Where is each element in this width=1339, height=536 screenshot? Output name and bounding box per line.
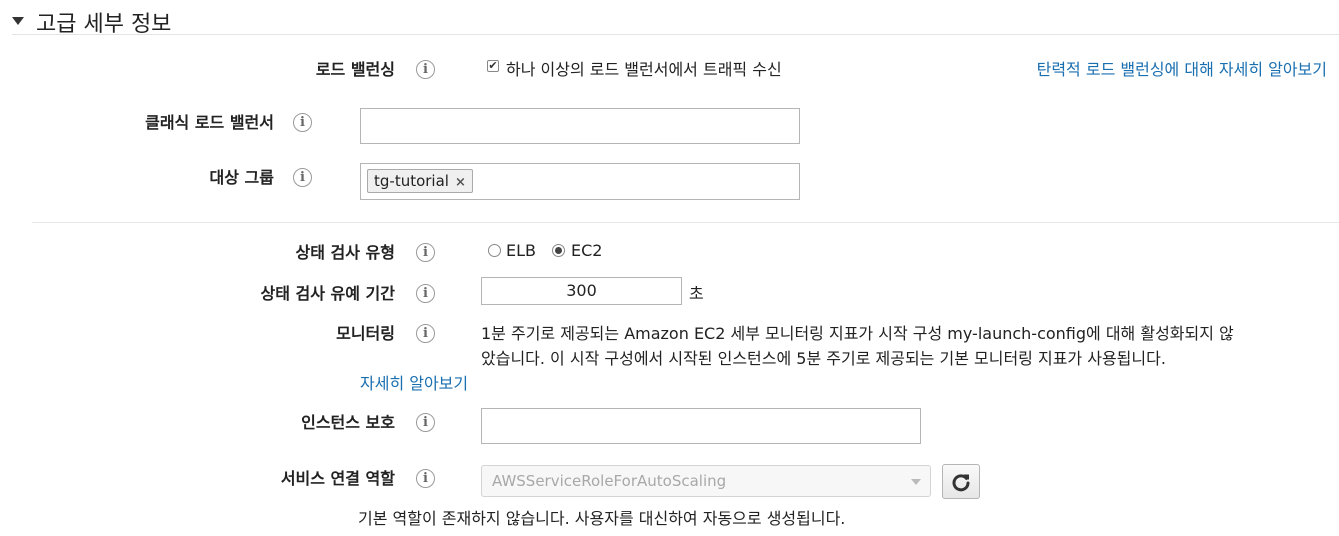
monitoring-label: 모니터링 [336,324,395,343]
refresh-icon [952,474,970,492]
monitoring-text-line1: 1분 주기로 제공되는 Amazon EC2 세부 모니터링 지표가 시작 구성… [481,324,1234,343]
info-icon[interactable]: i [416,413,435,432]
service-role-note: 기본 역할이 존재하지 않습니다. 사용자를 대신하여 자동으로 생성됩니다. [358,509,846,528]
info-icon[interactable]: i [416,60,435,79]
radio-ec2-label: EC2 [571,241,603,260]
grace-period-label: 상태 검사 유예 기간 [260,284,395,303]
section-divider [32,222,1339,223]
target-group-tag-label: tg-tutorial [374,172,449,190]
target-groups-input[interactable]: tg-tutorial × [360,163,800,200]
receive-traffic-checkbox[interactable]: ✔ [487,60,499,72]
refresh-button[interactable] [942,464,980,499]
info-icon[interactable]: i [416,324,435,343]
info-icon[interactable]: i [416,469,435,488]
load-balancing-label: 로드 밸런싱 [315,60,395,79]
radio-ec2[interactable] [552,244,565,257]
service-role-select-value: AWSServiceRoleForAutoScaling [492,472,727,490]
info-icon[interactable]: i [293,168,312,187]
info-icon[interactable]: i [416,284,435,303]
monitoring-learn-more-link[interactable]: 자세히 알아보기 [360,370,468,394]
target-groups-label: 대상 그룹 [209,168,274,187]
radio-elb-label: ELB [506,241,536,260]
health-check-type-label: 상태 검사 유형 [295,243,395,262]
info-icon[interactable]: i [293,113,312,132]
instance-protection-label: 인스턴스 보호 [301,413,395,432]
service-role-select[interactable]: AWSServiceRoleForAutoScaling [481,465,931,497]
service-role-label: 서비스 연결 역할 [280,469,395,488]
grace-period-unit: 초 [689,284,704,303]
target-group-tag: tg-tutorial × [367,169,473,193]
classic-lb-input[interactable] [360,108,800,144]
classic-lb-label: 클래식 로드 밸런서 [145,113,274,132]
receive-traffic-label: 하나 이상의 로드 밸런서에서 트래픽 수신 [506,60,782,79]
elb-learn-more-link[interactable]: 탄력적 로드 밸런싱에 대해 자세히 알아보기 [1037,56,1327,80]
info-icon[interactable]: i [416,243,435,262]
monitoring-text-line2: 았습니다. 이 시작 구성에서 시작된 인스턴스에 5분 주기로 제공되는 기본… [481,349,1166,368]
advanced-details-header[interactable]: 고급 세부 정보 [12,6,1339,37]
caret-down-icon[interactable] [12,17,24,25]
section-title: 고급 세부 정보 [36,12,172,37]
remove-tag-icon[interactable]: × [455,171,466,194]
grace-period-input[interactable]: 300 [481,277,682,305]
chevron-down-icon [911,479,921,485]
instance-protection-input[interactable] [481,408,921,444]
radio-elb[interactable] [488,244,501,257]
